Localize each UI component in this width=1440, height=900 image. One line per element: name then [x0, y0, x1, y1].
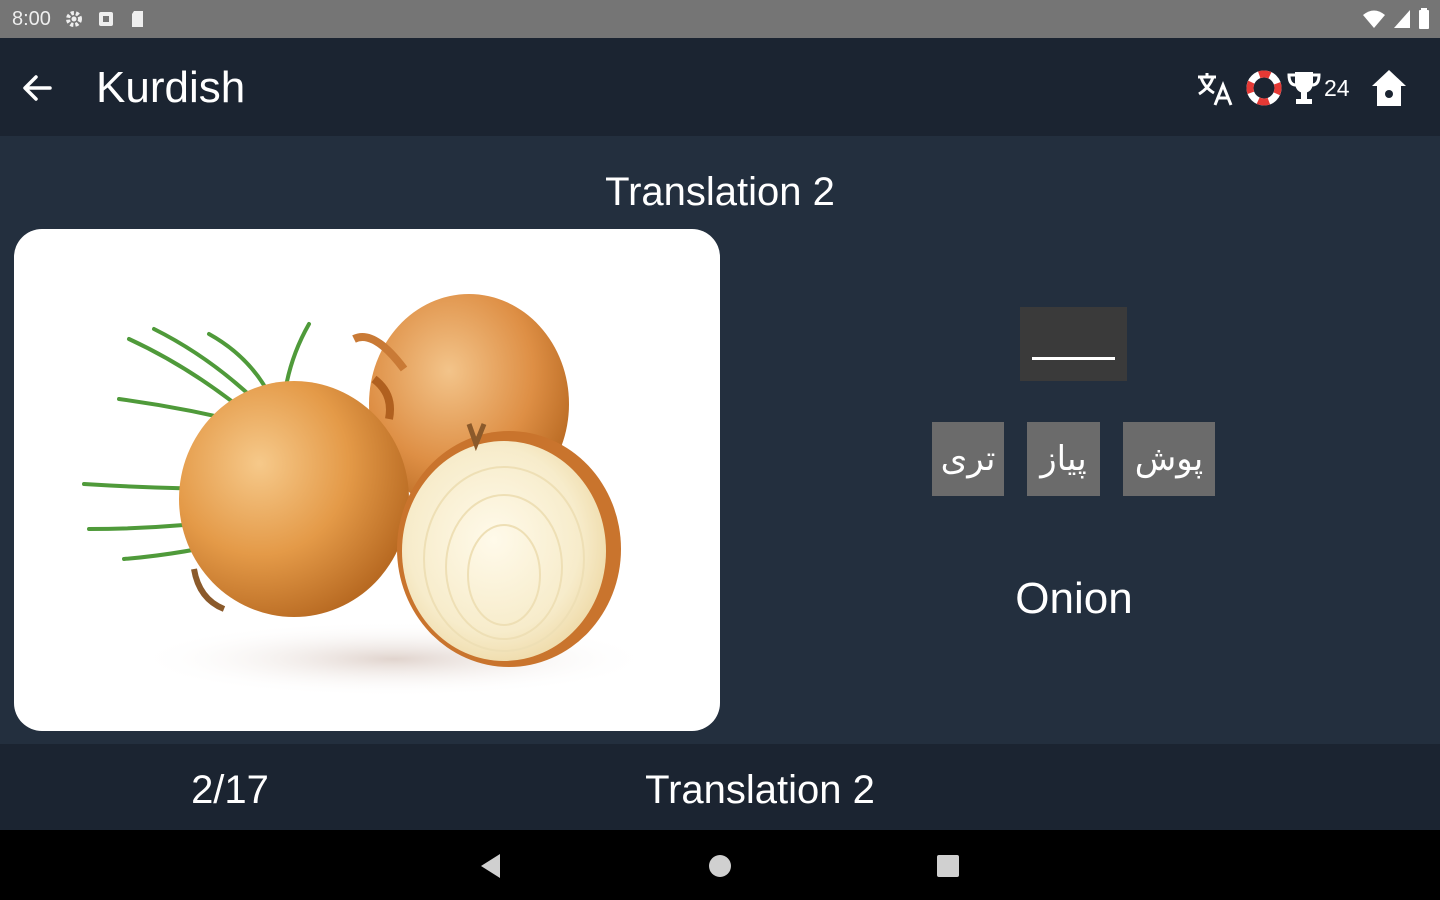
onion-image: [14, 229, 720, 731]
nav-back-button[interactable]: [468, 844, 512, 888]
translate-button[interactable]: [1192, 66, 1236, 110]
nav-recents-icon: [937, 855, 959, 877]
app-bar: Kurdish 24: [0, 38, 1440, 136]
home-button[interactable]: [1366, 66, 1412, 110]
bottom-bar: 2/17 Translation 2: [0, 744, 1440, 830]
bottom-lesson-label: Translation 2: [645, 768, 875, 812]
choice-button[interactable]: تری: [932, 422, 1004, 496]
lesson-content: Translation 2 تری پیاز پوش Onion: [0, 136, 1440, 744]
nav-home-button[interactable]: [698, 844, 742, 888]
battery-icon: [1419, 8, 1429, 29]
arrow-back-icon: [23, 75, 52, 101]
nav-recents-button[interactable]: [926, 844, 970, 888]
trophy-icon: [1287, 72, 1321, 104]
wifi-icon: [1363, 10, 1385, 28]
sd-card-icon: [132, 11, 143, 27]
progress-counter: 2/17: [191, 768, 269, 812]
home-icon: [1372, 70, 1406, 106]
notification-icon: [99, 12, 113, 26]
choice-button[interactable]: پوش: [1123, 422, 1215, 496]
translate-icon: [1198, 73, 1233, 106]
status-icons-left: [64, 9, 148, 29]
settings-icon: [66, 11, 82, 27]
status-icons-right: [1362, 8, 1430, 30]
lifebuoy-button[interactable]: [1242, 66, 1286, 110]
trophy-button[interactable]: 24: [1286, 66, 1356, 110]
status-bar: 8:00: [0, 0, 1440, 38]
nav-bar: [0, 830, 1440, 900]
choice-button[interactable]: پیاز: [1027, 422, 1100, 496]
status-time: 8:00: [12, 8, 51, 30]
app-title: Kurdish: [96, 63, 246, 112]
nav-home-icon: [709, 855, 731, 877]
answer-slot[interactable]: [1020, 307, 1127, 381]
english-word: Onion: [1015, 574, 1133, 623]
lifebuoy-icon: [1246, 70, 1282, 106]
lesson-title: Translation 2: [605, 170, 835, 214]
signal-icon: [1394, 10, 1410, 28]
answer-underline: [1032, 357, 1115, 360]
onion-illustration: [82, 294, 654, 697]
back-button[interactable]: [14, 66, 60, 110]
trophy-count: 24: [1324, 74, 1350, 101]
nav-back-icon: [481, 854, 500, 878]
